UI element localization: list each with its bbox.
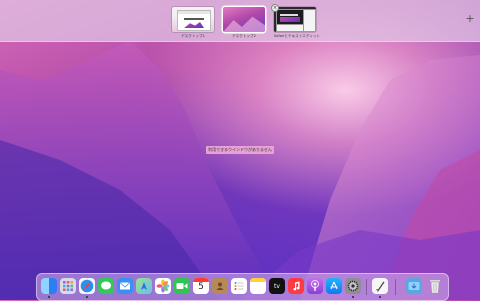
- space-desktop-2[interactable]: デスクトップ2: [223, 7, 265, 39]
- launchpad-icon[interactable]: [60, 278, 76, 294]
- maps-icon[interactable]: [136, 278, 152, 294]
- trash-icon[interactable]: [427, 278, 443, 294]
- no-windows-notice: 利用できるウインドウがありません: [206, 146, 274, 154]
- space-thumbnail: [274, 7, 316, 32]
- facetime-icon[interactable]: [174, 278, 190, 294]
- space-thumbnail: [223, 7, 265, 32]
- mail-icon[interactable]: [117, 278, 133, 294]
- appstore-icon[interactable]: [326, 278, 342, 294]
- safari-icon[interactable]: [79, 278, 95, 294]
- finder-icon[interactable]: [41, 278, 57, 294]
- downloads-folder-icon[interactable]: [406, 278, 422, 294]
- music-icon[interactable]: [288, 278, 304, 294]
- calendar-date: 5: [198, 282, 204, 292]
- close-space-icon[interactable]: ×: [271, 4, 279, 12]
- textedit-icon[interactable]: [372, 278, 388, 294]
- add-space-button[interactable]: +: [463, 12, 477, 26]
- notes-icon[interactable]: [250, 278, 266, 294]
- system-preferences-icon[interactable]: [345, 278, 361, 294]
- space-label: デスクトップ2: [232, 34, 256, 38]
- space-label: Safariとテキストエディット: [274, 34, 321, 38]
- messages-icon[interactable]: [98, 278, 114, 294]
- dock: 5 tv: [36, 273, 449, 301]
- space-desktop-1[interactable]: デスクトップ1: [172, 7, 214, 39]
- photos-icon[interactable]: [155, 278, 171, 294]
- appletv-icon[interactable]: tv: [269, 278, 285, 294]
- mission-control-spaces-bar: デスクトップ1 デスクトップ2 × Safariとテキストエディット +: [0, 0, 480, 42]
- reminders-icon[interactable]: [231, 278, 247, 294]
- podcasts-icon[interactable]: [307, 278, 323, 294]
- appletv-icon-text: tv: [274, 282, 280, 290]
- calendar-icon[interactable]: 5: [193, 278, 209, 294]
- space-label: デスクトップ1: [181, 34, 205, 38]
- space-safari-textedit[interactable]: × Safariとテキストエディット: [271, 4, 321, 39]
- contacts-icon[interactable]: [212, 278, 228, 294]
- space-thumbnail: [172, 7, 214, 32]
- window-preview: [177, 10, 211, 31]
